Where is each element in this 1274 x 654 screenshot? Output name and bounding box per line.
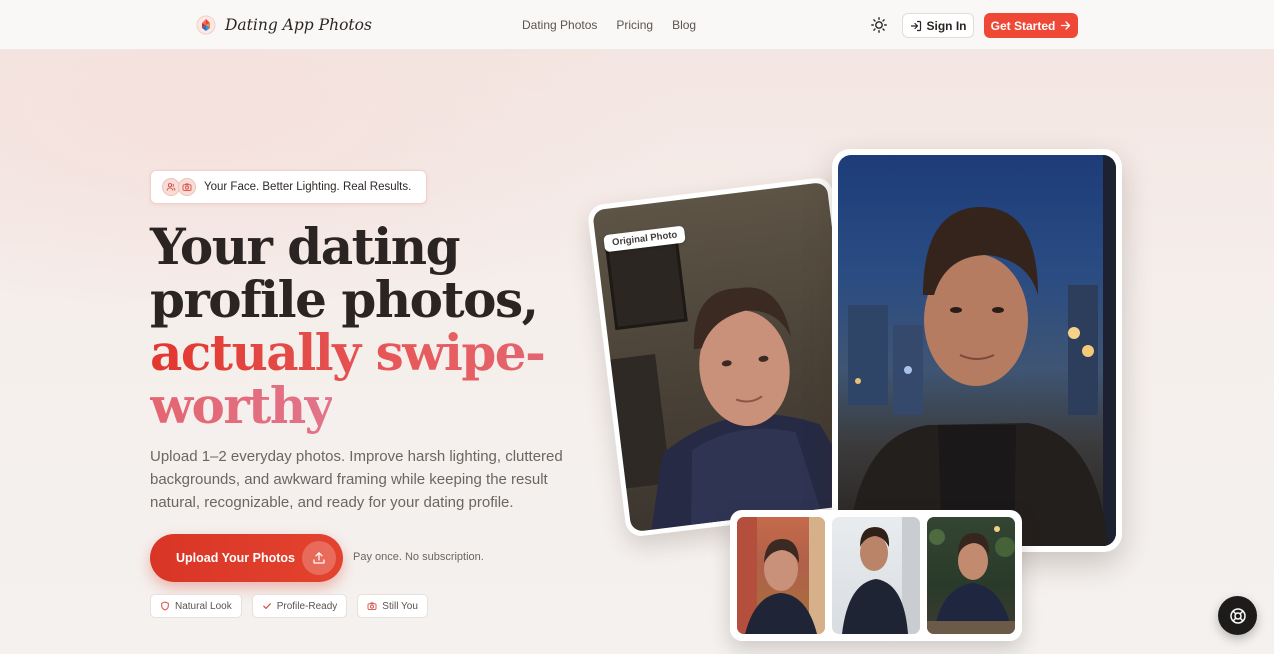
get-started-button[interactable]: Get Started: [984, 13, 1078, 38]
hero-subtext: Upload 1–2 everyday photos. Improve hars…: [150, 448, 563, 511]
headline-line-1: Your dating: [150, 217, 461, 276]
hero-headline: Your dating profile photos, actually swi…: [150, 220, 570, 432]
camera-icon: [367, 602, 377, 610]
sign-in-button[interactable]: Sign In: [902, 13, 974, 38]
login-icon: [910, 20, 921, 31]
check-icon: [262, 603, 271, 609]
pricing-note: Pay once. No subscription.: [353, 551, 484, 563]
chip-label: Profile-Ready: [276, 600, 338, 612]
arrow-right-icon: [1061, 21, 1071, 30]
upload-photos-button[interactable]: Upload Your Photos: [150, 534, 343, 582]
hero-badge: Your Face. Better Lighting. Real Results…: [150, 170, 427, 204]
sun-icon[interactable]: [870, 16, 888, 34]
brand-name: Dating App Photos: [225, 16, 372, 34]
thumbnail-street[interactable]: [737, 517, 825, 634]
camera-icon: [178, 178, 196, 196]
thumbnail-cafe[interactable]: [927, 517, 1015, 634]
nav-link-pricing[interactable]: Pricing: [616, 18, 653, 32]
upload-icon: [302, 541, 336, 575]
chip-natural-look: Natural Look: [150, 594, 242, 618]
original-photo-card: Original Photo: [586, 176, 872, 538]
chip-label: Natural Look: [175, 600, 232, 612]
help-chat-button[interactable]: [1218, 596, 1257, 635]
headline-accent: actually swipe-worthy: [150, 323, 546, 435]
shield-icon: [161, 601, 169, 611]
sign-in-label: Sign In: [926, 18, 967, 33]
feature-chips: Natural Look Profile-Ready Still You: [150, 594, 428, 618]
nav-link-dating-photos[interactable]: Dating Photos: [522, 18, 597, 32]
nav-link-blog[interactable]: Blog: [672, 18, 696, 32]
thumbnail-studio[interactable]: [832, 517, 920, 634]
original-photo: Original Photo: [592, 181, 866, 533]
enhanced-photo: [838, 155, 1116, 546]
nav-links: Dating Photos Pricing Blog: [522, 18, 696, 32]
brand-logo[interactable]: Dating App Photos: [196, 15, 372, 35]
badge-text: Your Face. Better Lighting. Real Results…: [204, 181, 412, 193]
chip-profile-ready: Profile-Ready: [251, 594, 348, 618]
enhanced-photo-card: [832, 149, 1122, 552]
chip-label: Still You: [382, 600, 418, 612]
result-thumbnails: [730, 510, 1022, 641]
headline-line-2: profile photos,: [150, 270, 539, 329]
upload-button-label: Upload Your Photos: [176, 551, 295, 565]
get-started-label: Get Started: [990, 18, 1056, 33]
badge-icons: [162, 178, 196, 196]
lifebuoy-icon: [1229, 607, 1246, 624]
top-navbar: Dating App Photos Dating Photos Pricing …: [0, 0, 1274, 50]
chip-still-you: Still You: [357, 594, 428, 618]
logo-mark-icon: [196, 15, 216, 35]
